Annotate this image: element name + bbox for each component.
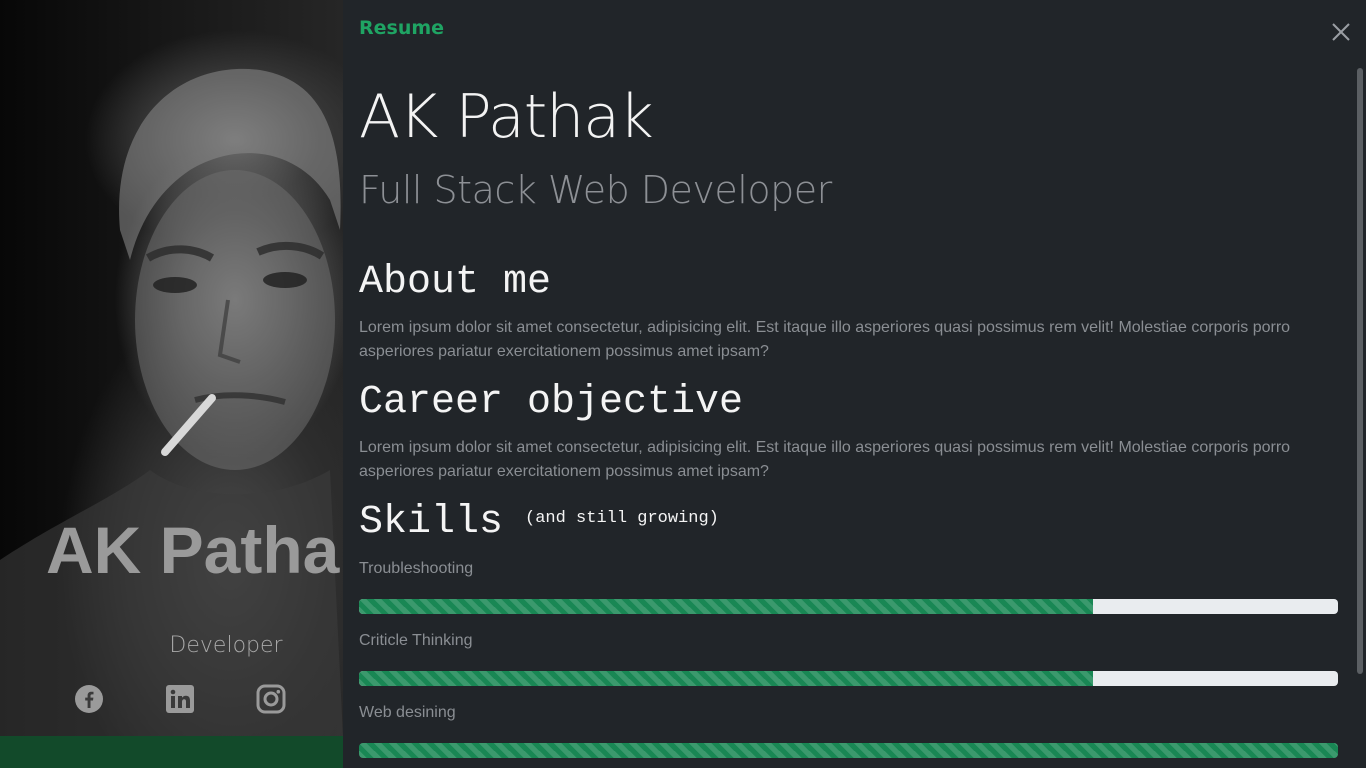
career-heading: Career objective <box>359 380 744 425</box>
resume-offcanvas: Resume AK Pathak Full Stack Web Develope… <box>343 0 1366 768</box>
resume-role: Full Stack Web Developer <box>359 168 832 212</box>
about-text: Lorem ipsum dolor sit amet consectetur, … <box>359 319 1291 360</box>
career-text: Lorem ipsum dolor sit amet consectetur, … <box>359 439 1291 480</box>
skill-progress-bar <box>359 743 1338 758</box>
close-icon[interactable] <box>1329 20 1353 44</box>
about-heading: About me <box>359 260 552 305</box>
hero-background: AK Pathak Developer <box>0 0 343 768</box>
hero-role: Developer <box>169 633 283 658</box>
portrait-image <box>0 68 343 736</box>
facebook-icon[interactable] <box>73 683 105 715</box>
skill-progress-fill <box>359 599 1094 614</box>
instagram-icon[interactable] <box>255 683 287 715</box>
scrollbar-thumb[interactable] <box>1357 68 1363 674</box>
skills-title: Skills <box>359 500 504 545</box>
skill-progress-bar <box>359 599 1338 614</box>
skill-label: Troubleshooting <box>359 560 474 577</box>
linkedin-icon[interactable] <box>164 683 196 715</box>
skills-subtitle: (and still growing) <box>525 508 719 528</box>
close-button[interactable] <box>1329 20 1353 44</box>
resume-name: AK Pathak <box>359 82 654 152</box>
skill-progress-fill <box>359 743 1338 758</box>
skill-progress-fill <box>359 671 1094 686</box>
footer-strip <box>0 736 343 768</box>
hero-name: AK Pathak <box>46 513 343 587</box>
skill-label: Criticle Thinking <box>359 632 473 649</box>
skill-progress-bar <box>359 671 1338 686</box>
skills-heading: Skills (and still growing) <box>359 500 719 545</box>
skill-label: Web desining <box>359 704 456 721</box>
offcanvas-title: Resume <box>359 17 445 39</box>
